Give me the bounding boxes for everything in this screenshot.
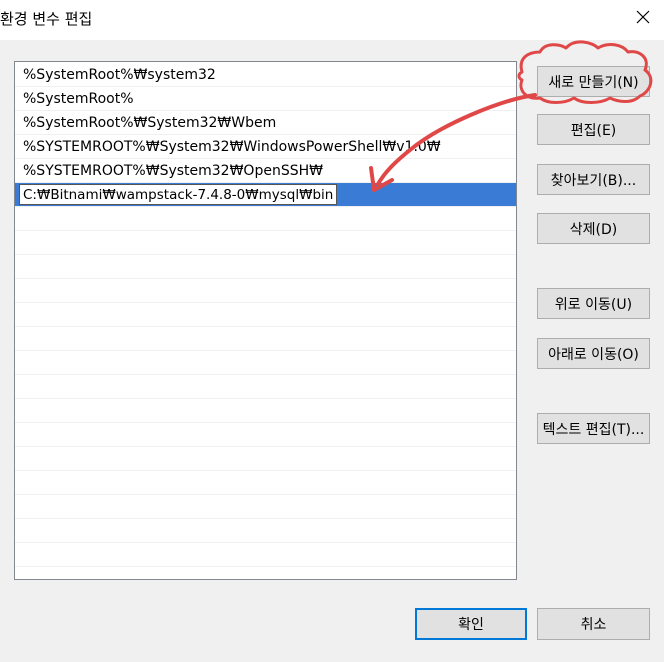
list-item-empty <box>15 447 516 471</box>
title-bar: 환경 변수 편집 <box>0 0 664 40</box>
list-item-empty <box>15 255 516 279</box>
edit-button[interactable]: 편집(E) <box>537 114 650 145</box>
list-item[interactable]: %SYSTEMROOT%₩System32₩WindowsPowerShell₩… <box>15 135 516 159</box>
list-item[interactable]: %SystemRoot%₩system32 <box>15 63 516 87</box>
list-item-empty <box>15 327 516 351</box>
close-icon <box>636 10 650 24</box>
list-item-empty <box>15 519 516 543</box>
list-item-empty <box>15 279 516 303</box>
move-down-button[interactable]: 아래로 이동(O) <box>537 338 650 369</box>
list-item[interactable]: %SystemRoot% <box>15 87 516 111</box>
list-item-empty <box>15 351 516 375</box>
ok-button[interactable]: 확인 <box>415 608 527 640</box>
browse-button[interactable]: 찾아보기(B)... <box>537 164 650 195</box>
cancel-button[interactable]: 취소 <box>537 608 650 640</box>
list-item-empty <box>15 303 516 327</box>
list-item[interactable]: %SYSTEMROOT%₩System32₩OpenSSH₩ <box>15 159 516 183</box>
path-list[interactable]: %SystemRoot%₩system32 %SystemRoot% %Syst… <box>14 61 517 580</box>
list-item-empty <box>15 423 516 447</box>
list-item-empty <box>15 399 516 423</box>
list-item-empty <box>15 375 516 399</box>
new-button[interactable]: 새로 만들기(N) <box>537 66 650 97</box>
delete-button[interactable]: 삭제(D) <box>537 213 650 244</box>
path-edit-input[interactable]: C:₩Bitnami₩wampstack-7.4.8-0₩mysql₩bin <box>19 184 338 205</box>
close-button[interactable] <box>626 2 660 32</box>
list-item[interactable]: %SystemRoot%₩System32₩Wbem <box>15 111 516 135</box>
edit-text-button[interactable]: 텍스트 편집(T)... <box>537 413 650 444</box>
list-item-empty <box>15 495 516 519</box>
list-item-empty <box>15 471 516 495</box>
list-item-empty <box>15 231 516 255</box>
list-item-empty <box>15 207 516 231</box>
list-item-selected[interactable]: C:₩Bitnami₩wampstack-7.4.8-0₩mysql₩bin <box>15 183 516 207</box>
list-item-empty <box>15 543 516 567</box>
move-up-button[interactable]: 위로 이동(U) <box>537 288 650 319</box>
window-title: 환경 변수 편집 <box>0 10 93 28</box>
